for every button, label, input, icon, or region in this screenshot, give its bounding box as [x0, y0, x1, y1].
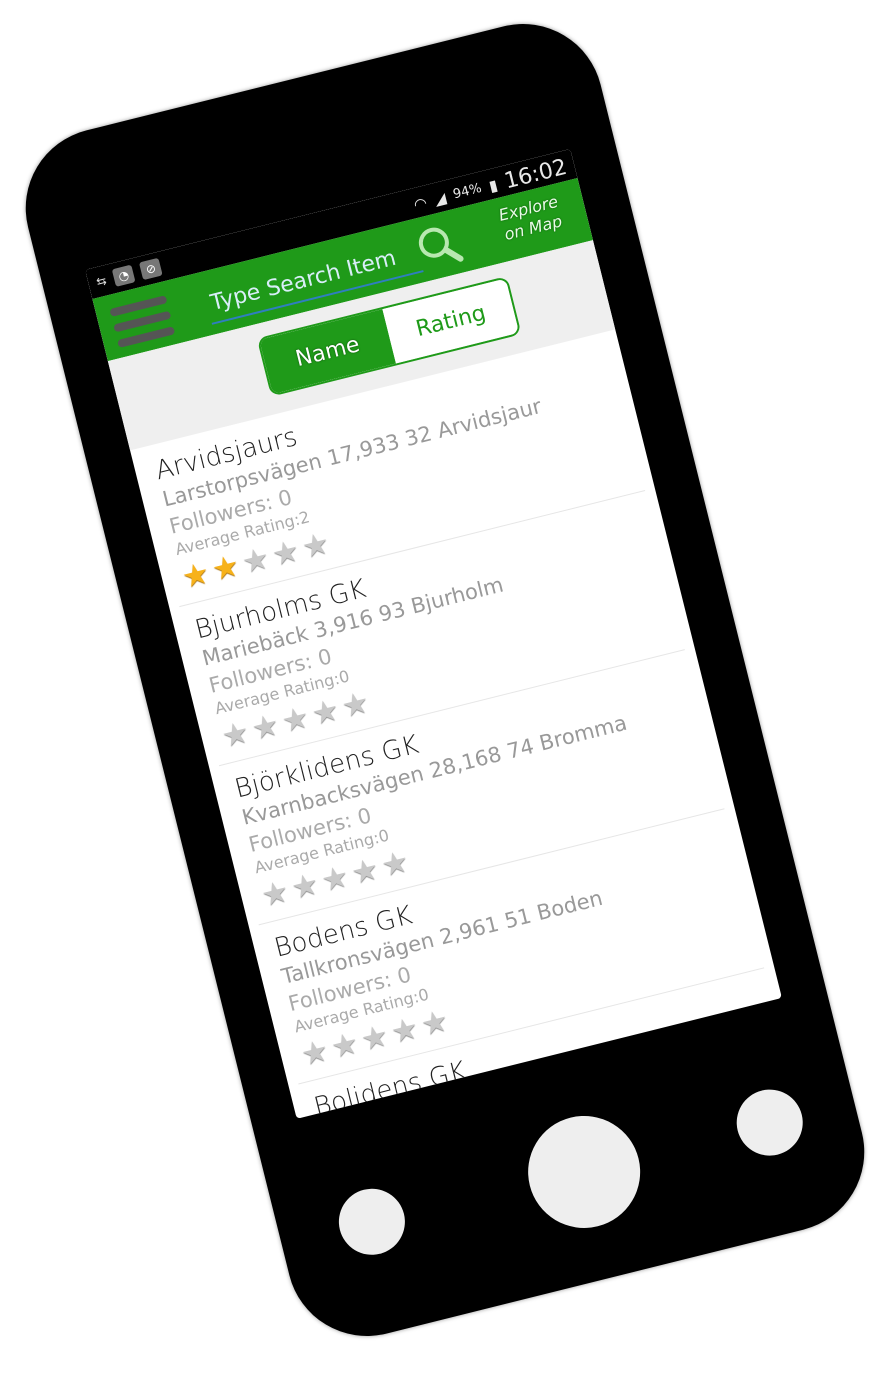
phone-screen: ⇆ ◔ ⊘ ◠ ◢ 94% ▮ 16:02 Explore [85, 148, 782, 1119]
star-icon: ★ [387, 1010, 423, 1051]
star-icon: ★ [178, 555, 214, 596]
star-icon: ★ [278, 699, 313, 741]
star-icon: ★ [297, 1032, 333, 1074]
wifi-icon: ◠ [411, 193, 429, 214]
star-icon: ★ [257, 873, 293, 915]
star-icon: ★ [347, 851, 383, 892]
sync-icon: ⇆ [94, 273, 108, 290]
back-hardware-button[interactable] [331, 1181, 412, 1262]
tab-rating[interactable]: Rating [382, 278, 520, 364]
course-list: Arvidsjaurs Larstorpsvägen 17,933 32 Arvi… [130, 329, 782, 1119]
star-icon: ★ [238, 540, 274, 581]
star-icon: ★ [317, 858, 353, 900]
battery-charging-icon: ▮ [486, 175, 500, 195]
star-icon: ★ [338, 684, 373, 726]
star-icon: ★ [308, 692, 343, 733]
signal-icon: ◢ [432, 188, 448, 209]
star-icon: ★ [287, 866, 323, 907]
star-icon: ★ [248, 707, 283, 748]
app-icon-2: ⊘ [139, 257, 163, 281]
battery-percent: 94% [451, 180, 484, 203]
star-icon: ★ [218, 714, 253, 756]
hamburger-icon[interactable] [109, 295, 176, 349]
explore-on-map-button[interactable]: Explore on Map [482, 188, 579, 249]
tab-name[interactable]: Name [259, 309, 396, 395]
star-icon: ★ [357, 1017, 393, 1059]
star-icon: ★ [417, 1002, 453, 1044]
home-hardware-button[interactable] [516, 1104, 653, 1240]
magnifier-icon[interactable] [410, 217, 468, 275]
star-icon: ★ [327, 1025, 363, 1066]
star-icon: ★ [298, 525, 334, 567]
phone-frame: ⇆ ◔ ⊘ ◠ ◢ 94% ▮ 16:02 Explore [8, 7, 882, 1353]
star-icon: ★ [268, 533, 304, 574]
menu-hardware-button[interactable] [729, 1082, 810, 1163]
app-icon-1: ◔ [111, 264, 136, 287]
star-icon: ★ [377, 843, 413, 885]
star-icon: ★ [208, 547, 244, 589]
